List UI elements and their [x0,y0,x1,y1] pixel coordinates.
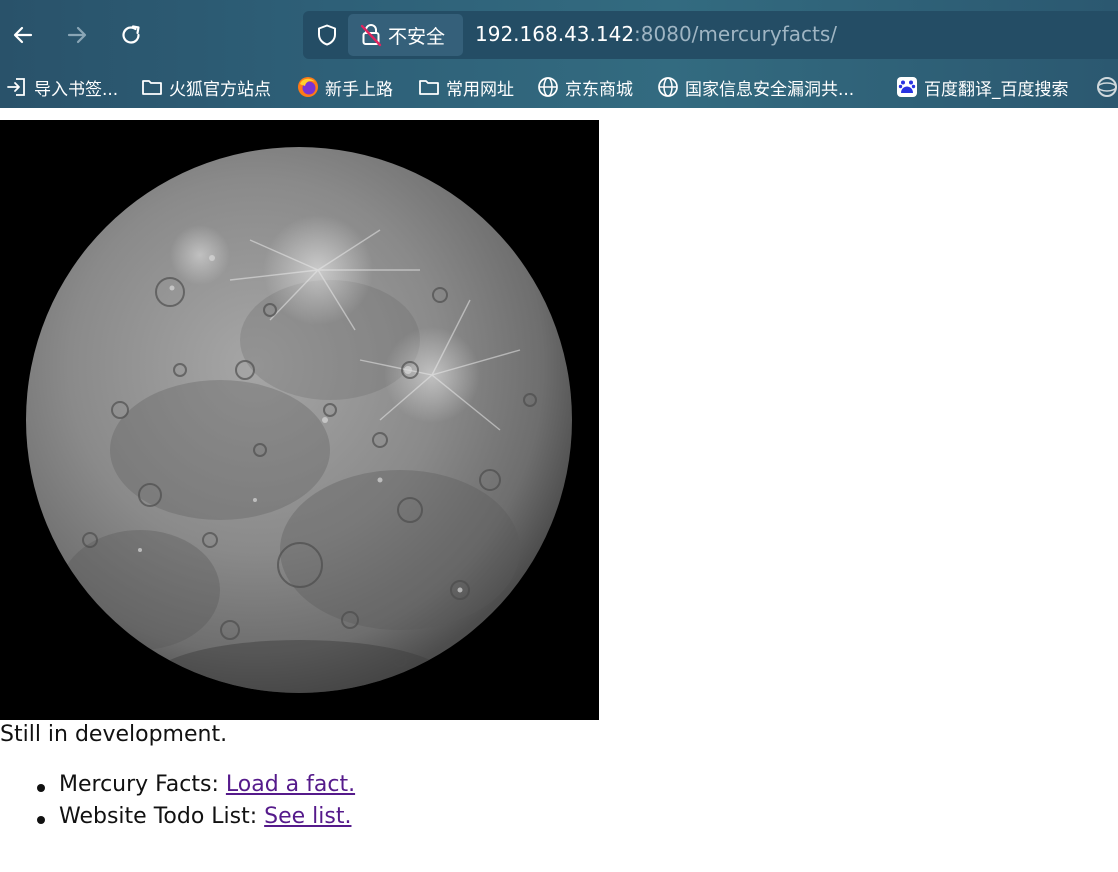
bookmark-label: 京东商城 [565,79,633,100]
list-item-label: Website Todo List: [59,804,265,829]
see-list-link[interactable]: See list. [264,804,351,829]
folder-icon [142,80,162,95]
bookmark-firefox-site[interactable]: 火狐官方站点 [141,74,271,100]
arrow-right-icon [67,26,87,44]
browser-toolbar: 不安全 192.168.43.142:8080/mercuryfacts/ 导入… [0,0,1118,108]
url-path: :8080/mercuryfacts/ [634,22,838,46]
bookmarks-toolbar: 导入书签... 火狐官方站点 新手上路 常用网址 京东商城 国家信息安全漏洞共.… [0,66,1118,108]
shield-icon[interactable] [315,23,339,47]
list-item-mercury-facts: Mercury Facts: Load a fact. [0,772,355,804]
arrow-left-icon [13,26,33,44]
globe-icon [658,77,678,97]
globe-icon [538,77,558,97]
mercury-planet-illustration [0,120,599,720]
development-status: Still in development. [0,722,228,747]
bookmark-overflow[interactable] [1096,74,1118,100]
bookmark-common-sites[interactable]: 常用网址 [418,74,514,100]
connection-not-secure-button[interactable]: 不安全 [348,14,463,56]
firefox-icon [298,77,318,97]
bookmark-baidu-translate[interactable]: 百度翻译_百度搜索 [896,74,1069,100]
broken-lock-icon [360,24,382,47]
url-host: 192.168.43.142 [475,22,635,46]
mercury-image [0,120,599,720]
bookmark-jd[interactable]: 京东商城 [537,74,633,100]
bookmark-label: 百度翻译_百度搜索 [924,79,1069,100]
forward-button[interactable] [61,18,93,52]
address-bar[interactable]: 不安全 192.168.43.142:8080/mercuryfacts/ [303,11,1118,59]
url-text[interactable]: 192.168.43.142:8080/mercuryfacts/ [475,22,837,46]
list-item-todo-list: Website Todo List: See list. [0,804,355,836]
import-icon [7,78,25,96]
list-item-label: Mercury Facts: [59,772,226,797]
back-button[interactable] [7,18,39,52]
bookmark-getting-started[interactable]: 新手上路 [297,74,393,100]
bullet-icon [37,784,45,792]
folder-icon [419,80,439,95]
load-fact-link[interactable]: Load a fact. [226,772,355,797]
security-label: 不安全 [388,25,446,48]
bullet-icon [37,816,45,824]
reload-icon [122,25,140,44]
bookmark-label: 火狐官方站点 [169,79,271,100]
bookmark-site-icon [1097,77,1117,97]
links-list: Mercury Facts: Load a fact. Website Todo… [0,772,355,836]
bookmark-cnvd[interactable]: 国家信息安全漏洞共... [657,74,854,100]
baidu-icon [897,77,917,97]
bookmark-label: 国家信息安全漏洞共... [685,79,855,100]
bookmark-label: 导入书签... [34,79,119,100]
bookmark-label: 新手上路 [325,79,393,100]
bookmark-import[interactable]: 导入书签... [6,74,118,100]
bookmark-label: 常用网址 [446,79,514,100]
page-content: Still in development. Mercury Facts: Loa… [0,120,1118,872]
reload-button[interactable] [115,18,147,52]
